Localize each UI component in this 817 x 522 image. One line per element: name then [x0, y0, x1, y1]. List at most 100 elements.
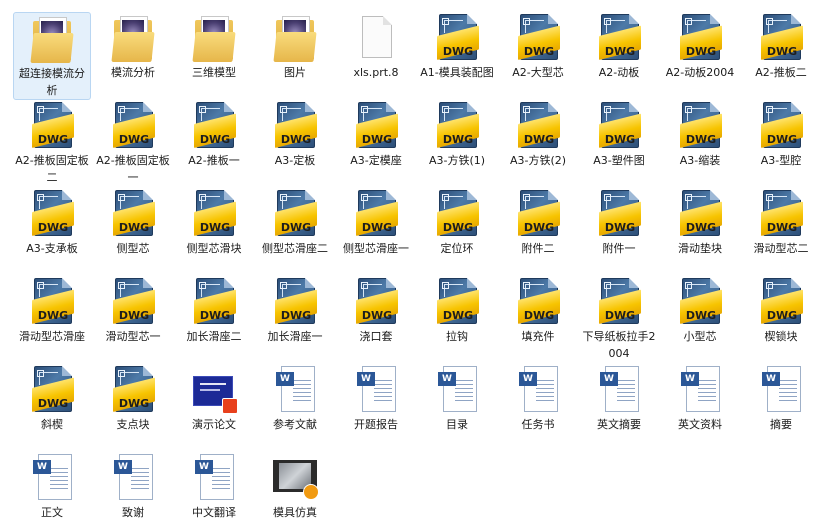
file-label: 斜楔 [41, 418, 63, 431]
file-label: 超连接模流分析 [19, 67, 85, 97]
file-label: A3-型腔 [760, 154, 802, 167]
word-document-icon: W [30, 454, 74, 502]
file-item[interactable]: W 摘要 [742, 364, 817, 433]
dwg-file-icon: DWG [30, 366, 74, 414]
file-label: 侧型芯滑座二 [262, 242, 328, 255]
file-item[interactable]: 超连接模流分析 [13, 12, 91, 100]
file-item[interactable]: 三维模型 [175, 12, 253, 81]
file-label: A2-动板 [598, 66, 640, 79]
file-item[interactable]: DWG A3-方铁(2) [499, 100, 577, 169]
file-item[interactable]: DWG A3-定模座 [337, 100, 415, 169]
file-label: 英文资料 [678, 418, 722, 431]
file-item[interactable]: DWG 浇口套 [337, 276, 415, 345]
file-item[interactable]: DWG A3-型腔 [742, 100, 817, 169]
file-item[interactable]: W 致谢 [94, 452, 172, 521]
file-item[interactable]: DWG A3-支承板 [13, 188, 91, 257]
file-label: 致谢 [122, 506, 144, 519]
file-item[interactable]: W 英文摘要 [580, 364, 658, 433]
file-label: A2-动板2004 [665, 66, 735, 79]
file-item[interactable]: DWG 滑动型芯滑座 [13, 276, 91, 345]
dwg-file-icon: DWG [435, 102, 479, 150]
file-item[interactable]: DWG A3-定板 [256, 100, 334, 169]
file-item[interactable]: DWG A2-大型芯 [499, 12, 577, 81]
dwg-file-icon: DWG [759, 102, 803, 150]
file-item[interactable]: DWG 斜楔 [13, 364, 91, 433]
file-item[interactable]: DWG A2-动板 [580, 12, 658, 81]
file-item[interactable]: 图片 [256, 12, 334, 81]
file-item[interactable]: DWG 滑动垫块 [661, 188, 739, 257]
file-label: A2-大型芯 [512, 66, 564, 79]
word-document-icon: W [678, 366, 722, 414]
file-item[interactable]: W 正文 [13, 452, 91, 521]
file-item[interactable]: W 参考文献 [256, 364, 334, 433]
file-item[interactable]: DWG 滑动型芯一 [94, 276, 172, 345]
file-item[interactable]: DWG 附件二 [499, 188, 577, 257]
word-document-icon: W [759, 366, 803, 414]
file-item[interactable]: DWG 下导纸板拉手2004 [580, 276, 658, 362]
file-item[interactable]: DWG A3-塑件图 [580, 100, 658, 169]
file-item[interactable]: W 任务书 [499, 364, 577, 433]
dwg-file-icon: DWG [354, 190, 398, 238]
file-item[interactable]: DWG 加长滑座二 [175, 276, 253, 345]
file-label: A2-推板固定板一 [96, 154, 170, 184]
file-item[interactable]: DWG 侧型芯滑座一 [337, 188, 415, 257]
file-item[interactable]: xls.prt.8 [337, 12, 415, 81]
dwg-file-icon: DWG [516, 14, 560, 62]
file-label: 附件二 [521, 242, 555, 255]
file-item[interactable]: DWG 侧型芯滑座二 [256, 188, 334, 257]
file-item[interactable]: 模具仿真 [256, 452, 334, 521]
word-document-icon: W [597, 366, 641, 414]
file-label: A2-推板一 [188, 154, 240, 167]
file-item[interactable]: DWG 楔锁块 [742, 276, 817, 345]
dwg-file-icon: DWG [30, 278, 74, 326]
file-label: 英文摘要 [597, 418, 641, 431]
file-item[interactable]: DWG 填充件 [499, 276, 577, 345]
file-item[interactable]: DWG A1-模具装配图 [418, 12, 496, 81]
dwg-file-icon: DWG [192, 278, 236, 326]
file-item[interactable]: W 目录 [418, 364, 496, 433]
file-label: xls.prt.8 [353, 66, 399, 79]
file-item[interactable]: DWG A2-推板固定板二 [13, 100, 91, 186]
file-item[interactable]: DWG 支点块 [94, 364, 172, 433]
file-label: A1-模具装配图 [420, 66, 494, 79]
file-label: 图片 [284, 66, 306, 79]
file-item[interactable]: DWG 侧型芯 [94, 188, 172, 257]
word-document-icon: W [192, 454, 236, 502]
file-item[interactable]: DWG 侧型芯滑块 [175, 188, 253, 257]
file-item[interactable]: DWG A3-方铁(1) [418, 100, 496, 169]
file-label: 三维模型 [192, 66, 236, 79]
dwg-file-icon: DWG [678, 102, 722, 150]
word-document-icon: W [516, 366, 560, 414]
file-item[interactable]: DWG 小型芯 [661, 276, 739, 345]
word-document-icon: W [111, 454, 155, 502]
file-item[interactable]: DWG A3-缩装 [661, 100, 739, 169]
file-label: 演示论文 [192, 418, 236, 431]
file-item[interactable]: DWG A2-推板固定板一 [94, 100, 172, 186]
file-item[interactable]: DWG 滑动型芯二 [742, 188, 817, 257]
file-item[interactable]: DWG 加长滑座一 [256, 276, 334, 345]
file-item[interactable]: DWG A2-动板2004 [661, 12, 739, 81]
dwg-file-icon: DWG [273, 190, 317, 238]
file-item[interactable]: 模流分析 [94, 12, 172, 81]
file-item[interactable]: DWG 定位环 [418, 188, 496, 257]
file-item[interactable]: 演示论文 [175, 364, 253, 433]
file-item[interactable]: DWG 拉钩 [418, 276, 496, 345]
file-label: 加长滑座二 [186, 330, 242, 343]
file-item[interactable]: W 英文资料 [661, 364, 739, 433]
file-label: A2-推板固定板二 [15, 154, 89, 184]
file-label: A3-定模座 [350, 154, 402, 167]
file-label: 滑动垫块 [678, 242, 722, 255]
file-item[interactable]: DWG 附件一 [580, 188, 658, 257]
file-item[interactable]: DWG A2-推板二 [742, 12, 817, 81]
dwg-file-icon: DWG [30, 102, 74, 150]
file-label: A3-缩装 [679, 154, 721, 167]
file-label: A3-塑件图 [593, 154, 645, 167]
file-item[interactable]: W 开题报告 [337, 364, 415, 433]
file-label: 支点块 [116, 418, 150, 431]
dwg-file-icon: DWG [273, 102, 317, 150]
dwg-file-icon: DWG [111, 102, 155, 150]
dwg-file-icon: DWG [597, 278, 641, 326]
file-item[interactable]: DWG A2-推板一 [175, 100, 253, 169]
file-label: 滑动型芯滑座 [19, 330, 85, 343]
file-item[interactable]: W 中文翻译 [175, 452, 253, 521]
